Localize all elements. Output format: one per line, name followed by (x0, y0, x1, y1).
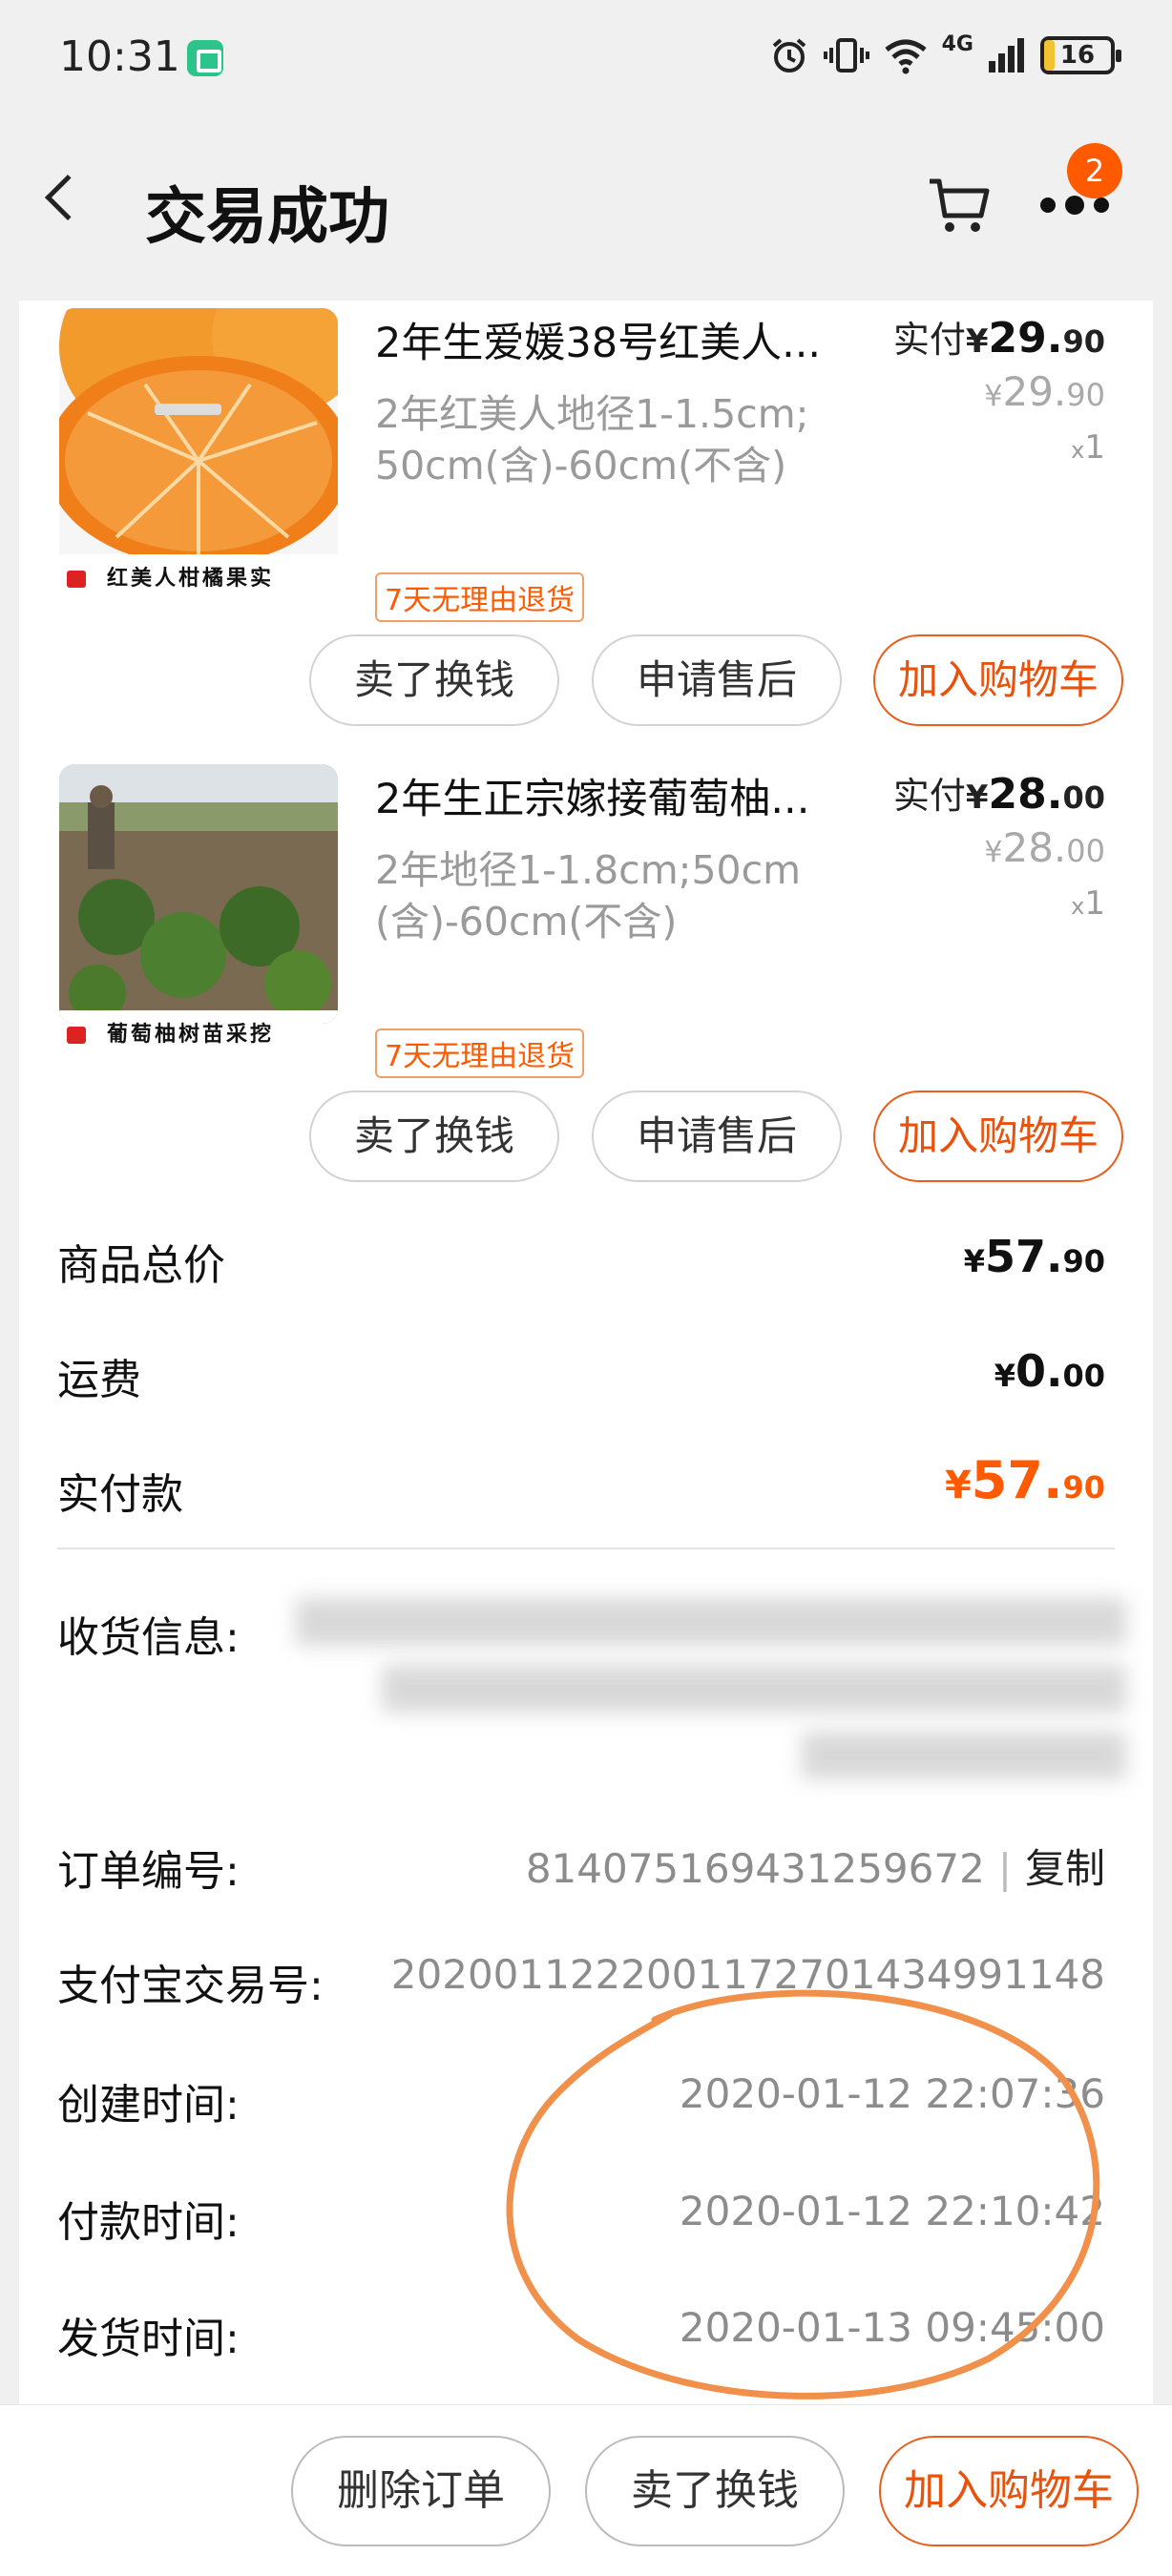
quantity: x1 (1071, 884, 1105, 923)
product-spec: 2年红美人地径1-1.5cm;50cm(含)-60cm(不含) (375, 391, 809, 488)
return-policy-tag: 7天无理由退货 (375, 1028, 585, 1078)
battery-icon: 16 (1040, 36, 1121, 74)
status-time: 10:31 (59, 32, 180, 81)
signal-icon (989, 38, 1024, 73)
product-title[interactable]: 2年生爱媛38号红美人... (375, 310, 862, 369)
product-title[interactable]: 2年生正宗嫁接葡萄柚... (375, 766, 862, 825)
sell-button[interactable]: 卖了换钱 (585, 2436, 845, 2546)
after-sale-button[interactable]: 申请售后 (592, 634, 842, 726)
order-number-value: 814075169431259672 | 复制 (525, 1845, 1105, 1892)
battery-level (1044, 40, 1056, 71)
status-icons: 4G 16 (768, 32, 1121, 76)
paid-price-dec: 00 (1062, 779, 1105, 816)
add-to-cart-button[interactable]: 加入购物车 (873, 634, 1123, 726)
alarm-icon (772, 38, 806, 73)
back-arrow-icon[interactable] (44, 174, 92, 221)
notification-app-icon (187, 40, 223, 76)
nav-header: 交易成功 2 (0, 114, 1172, 301)
original-price: ¥29.90 (984, 368, 1105, 415)
sell-button[interactable]: 卖了换钱 (309, 1091, 559, 1182)
network-type: 4G (941, 32, 973, 56)
cart-badge: 2 (1067, 143, 1122, 198)
paid-price-dec: 90 (1062, 323, 1105, 360)
copy-button[interactable]: 复制 (1025, 1845, 1105, 1892)
page-title: 交易成功 (145, 182, 389, 253)
return-policy-tag: 7天无理由退货 (375, 572, 585, 622)
shipping-address-label: 收货信息: (57, 1613, 240, 1662)
goods-total-value: ¥57.90 (963, 1231, 1105, 1282)
product-image[interactable] (59, 308, 338, 568)
cart-icon[interactable] (926, 172, 993, 239)
shipping-value: ¥0.00 (994, 1345, 1105, 1397)
add-to-cart-button[interactable]: 加入购物车 (879, 2436, 1139, 2546)
created-time-label: 创建时间: (57, 2081, 240, 2129)
order-number-label: 订单编号: (57, 1847, 240, 1896)
goods-total-label: 商品总价 (57, 1241, 225, 1290)
actual-paid-value: ¥57.90 (944, 1450, 1105, 1510)
shipping-label: 运费 (57, 1356, 141, 1404)
redacted-address (296, 1598, 1126, 1646)
divider (57, 1548, 1115, 1549)
add-to-cart-button[interactable]: 加入购物车 (873, 1091, 1123, 1182)
battery-text: 16 (1059, 41, 1096, 70)
alipay-trade-label: 支付宝交易号: (57, 1962, 324, 2010)
price-block: 实付¥28.00 ¥28.00 x1 (893, 766, 1105, 923)
paid-label: 实付 (892, 319, 966, 361)
quantity: x1 (1071, 428, 1105, 467)
delete-order-button[interactable]: 删除订单 (291, 2436, 551, 2546)
actual-paid-label: 实付款 (57, 1470, 183, 1519)
vibrate-icon (823, 38, 869, 73)
after-sale-button[interactable]: 申请售后 (592, 1091, 842, 1182)
paid-currency: ¥ (965, 779, 989, 817)
paid-price-int: 28. (988, 770, 1063, 819)
status-bar: 10:31 4G 16 (0, 0, 1172, 114)
price-block: 实付¥29.90 ¥29.90 x1 (893, 310, 1105, 467)
hand-drawn-circle-annotation (506, 1989, 1100, 2399)
shipped-time-label: 发货时间: (57, 2315, 240, 2363)
redacted-address (382, 1665, 1126, 1713)
wifi-icon (885, 39, 927, 74)
bottom-action-bar: 删除订单 卖了换钱 加入购物车 (0, 2404, 1172, 2576)
original-price: ¥28.00 (984, 824, 1105, 871)
paid-time-label: 付款时间: (57, 2198, 240, 2247)
product-image[interactable] (59, 764, 338, 1024)
product-spec: 2年地径1-1.8cm;50cm(含)-60cm(不含) (375, 847, 802, 945)
paid-price-int: 29. (988, 314, 1063, 363)
product-image-caption: 红美人柑橘果实 (67, 561, 274, 592)
paid-label: 实付 (892, 775, 966, 817)
sell-button[interactable]: 卖了换钱 (309, 634, 559, 726)
redacted-address (802, 1732, 1126, 1779)
product-image-caption: 葡萄柚树苗采挖 (67, 1017, 274, 1048)
paid-currency: ¥ (965, 322, 989, 361)
